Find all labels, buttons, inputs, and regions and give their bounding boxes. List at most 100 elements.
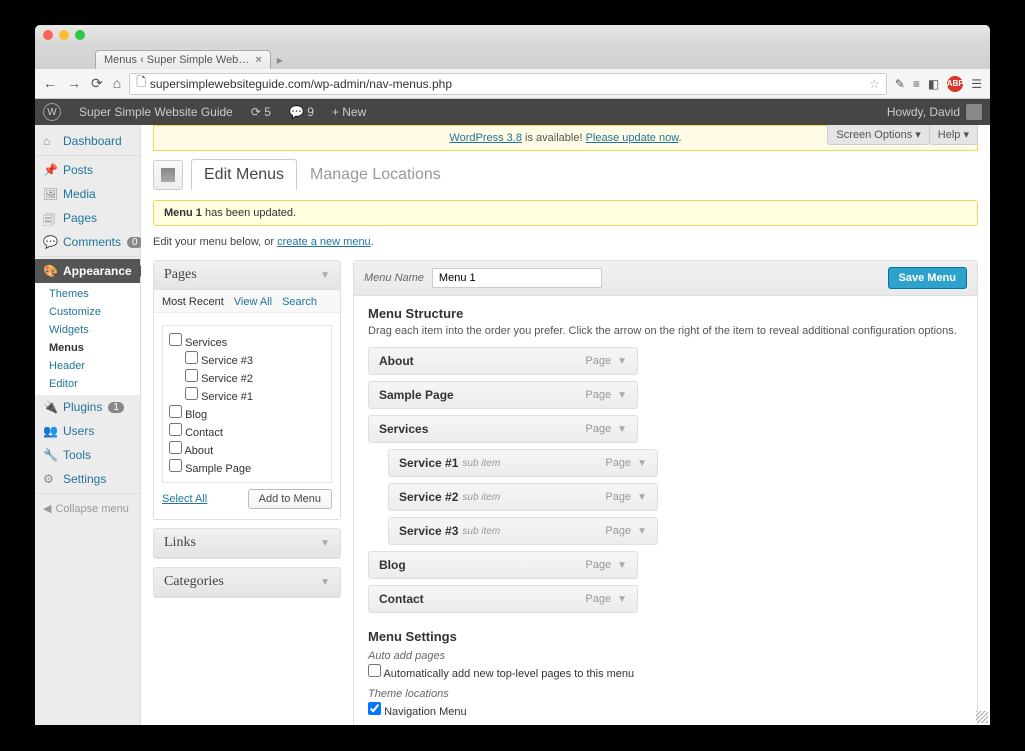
- resize-grip-icon[interactable]: [976, 711, 988, 723]
- menu-item[interactable]: Sample PagePage▼: [368, 381, 638, 409]
- wordpress-logo-icon[interactable]: W: [43, 103, 61, 121]
- close-icon[interactable]: ×: [255, 54, 261, 66]
- sub-item-label: sub item: [462, 458, 500, 469]
- help-button[interactable]: Help ▾: [929, 125, 978, 145]
- collapse-menu-button[interactable]: ◀Collapse menu: [35, 496, 140, 521]
- view-toggle-button[interactable]: [153, 160, 183, 190]
- comments-link[interactable]: 💬 9: [289, 105, 314, 119]
- submenu-header[interactable]: Header: [35, 357, 140, 375]
- subtab-recent[interactable]: Most Recent: [162, 296, 224, 308]
- menu-item[interactable]: AboutPage▼: [368, 347, 638, 375]
- updates-link[interactable]: ⟳ 5: [251, 105, 271, 119]
- sidebar-item-tools[interactable]: 🔧Tools: [35, 443, 140, 467]
- menu-item-name: About: [379, 354, 414, 368]
- menu-item[interactable]: Service #3sub itemPage▼: [388, 517, 658, 545]
- save-menu-button-top[interactable]: Save Menu: [888, 267, 967, 289]
- add-to-menu-button[interactable]: Add to Menu: [248, 489, 332, 509]
- tab-edit-menus[interactable]: Edit Menus: [191, 159, 297, 190]
- home-icon[interactable]: ⌂: [113, 75, 121, 92]
- update-now-link[interactable]: Please update now: [586, 132, 679, 144]
- avatar[interactable]: [966, 104, 982, 120]
- submenu-editor[interactable]: Editor: [35, 375, 140, 393]
- chevron-down-icon[interactable]: ▼: [617, 560, 627, 571]
- sidebar-item-settings[interactable]: ⚙Settings: [35, 467, 140, 491]
- chevron-down-icon[interactable]: ▼: [637, 492, 647, 503]
- window-minimize-icon[interactable]: [59, 30, 69, 40]
- wp-version-link[interactable]: WordPress 3.8: [449, 132, 522, 144]
- sub-item-label: sub item: [462, 526, 500, 537]
- back-icon[interactable]: ←: [43, 75, 57, 92]
- menu-name-input[interactable]: [432, 268, 602, 288]
- menu-item[interactable]: ServicesPage▼: [368, 415, 638, 443]
- menu-item-name: Service #3: [399, 524, 458, 538]
- subtab-viewall[interactable]: View All: [234, 296, 272, 308]
- metabox-categories-header[interactable]: Categories▼: [154, 568, 340, 597]
- metabox-links-header[interactable]: Links▼: [154, 529, 340, 558]
- settings-icon: ⚙: [43, 472, 57, 486]
- sidebar-item-media[interactable]: 🖼Media: [35, 182, 140, 206]
- submenu-menus[interactable]: Menus: [35, 339, 140, 357]
- address-bar[interactable]: 🗋 supersimplewebsiteguide.com/wp-admin/n…: [129, 73, 887, 95]
- tab-manage-locations[interactable]: Manage Locations: [297, 159, 454, 190]
- check-sample[interactable]: Sample Page: [169, 458, 325, 476]
- sidebar-item-appearance[interactable]: 🎨Appearance: [35, 259, 140, 283]
- submenu-customize[interactable]: Customize: [35, 303, 140, 321]
- chevron-down-icon[interactable]: ▼: [617, 594, 627, 605]
- browser-tab[interactable]: Menus ‹ Super Simple Web… ×: [95, 50, 271, 69]
- buffer-icon[interactable]: ≡: [913, 77, 920, 91]
- new-tab-button[interactable]: ▸: [271, 51, 289, 69]
- chevron-down-icon[interactable]: ▼: [637, 458, 647, 469]
- sidebar-item-comments[interactable]: 💬Comments 0: [35, 230, 140, 254]
- chevron-down-icon[interactable]: ▼: [617, 424, 627, 435]
- site-title-link[interactable]: Super Simple Website Guide: [79, 105, 233, 119]
- adblock-icon[interactable]: ABP: [947, 76, 963, 92]
- metabox-pages-header[interactable]: Pages▼: [154, 261, 340, 290]
- new-content-link[interactable]: + New: [332, 105, 366, 119]
- check-service3[interactable]: Service #3: [169, 350, 325, 368]
- chevron-down-icon[interactable]: ▼: [637, 526, 647, 537]
- auto-add-checkbox-label[interactable]: Automatically add new top-level pages to…: [368, 668, 634, 680]
- bookmark-icon[interactable]: ☆: [869, 77, 880, 91]
- reload-icon[interactable]: ⟳: [91, 75, 103, 92]
- metabox-pages: Pages▼ Most Recent View All Search Servi…: [153, 260, 341, 520]
- check-contact[interactable]: Contact: [169, 422, 325, 440]
- subtab-search[interactable]: Search: [282, 296, 317, 308]
- create-new-menu-link[interactable]: create a new menu: [277, 236, 371, 248]
- select-all-link[interactable]: Select All: [162, 493, 207, 505]
- sidebar-item-posts[interactable]: 📌Posts: [35, 158, 140, 182]
- updated-notice: Menu 1 has been updated.: [153, 200, 978, 226]
- comments-icon: 💬: [43, 235, 57, 249]
- sidebar-item-pages[interactable]: 🗐Pages: [35, 206, 140, 230]
- howdy-link[interactable]: Howdy, David: [887, 105, 960, 119]
- check-service2[interactable]: Service #2: [169, 368, 325, 386]
- window-zoom-icon[interactable]: [75, 30, 85, 40]
- sidebar-item-plugins[interactable]: 🔌Plugins 1: [35, 395, 140, 419]
- menu-icon[interactable]: ☰: [971, 77, 982, 91]
- menu-item[interactable]: Service #1sub itemPage▼: [388, 449, 658, 477]
- window-close-icon[interactable]: [43, 30, 53, 40]
- submenu-themes[interactable]: Themes: [35, 285, 140, 303]
- plugins-count-badge: 1: [108, 402, 124, 413]
- auto-add-checkbox[interactable]: [368, 664, 381, 677]
- menu-item[interactable]: BlogPage▼: [368, 551, 638, 579]
- extension-icon[interactable]: ◧: [928, 77, 939, 91]
- nav-menu-checkbox[interactable]: [368, 702, 381, 715]
- tab-title: Menus ‹ Super Simple Web…: [104, 54, 249, 66]
- title-bar: [35, 25, 990, 45]
- sidebar-item-dashboard[interactable]: ⌂Dashboard: [35, 129, 140, 153]
- check-about[interactable]: About: [169, 440, 325, 458]
- evernote-icon[interactable]: ✎: [895, 77, 905, 91]
- nav-menu-checkbox-label[interactable]: Navigation Menu: [368, 706, 467, 718]
- forward-icon[interactable]: →: [67, 75, 81, 92]
- menu-item[interactable]: Service #2sub itemPage▼: [388, 483, 658, 511]
- chevron-down-icon: ▼: [320, 577, 330, 588]
- chevron-down-icon[interactable]: ▼: [617, 390, 627, 401]
- screen-options-button[interactable]: Screen Options ▾: [827, 125, 929, 145]
- submenu-widgets[interactable]: Widgets: [35, 321, 140, 339]
- menu-item[interactable]: ContactPage▼: [368, 585, 638, 613]
- check-service1[interactable]: Service #1: [169, 386, 325, 404]
- sidebar-item-users[interactable]: 👥Users: [35, 419, 140, 443]
- check-services[interactable]: Services: [169, 332, 325, 350]
- chevron-down-icon[interactable]: ▼: [617, 356, 627, 367]
- check-blog[interactable]: Blog: [169, 404, 325, 422]
